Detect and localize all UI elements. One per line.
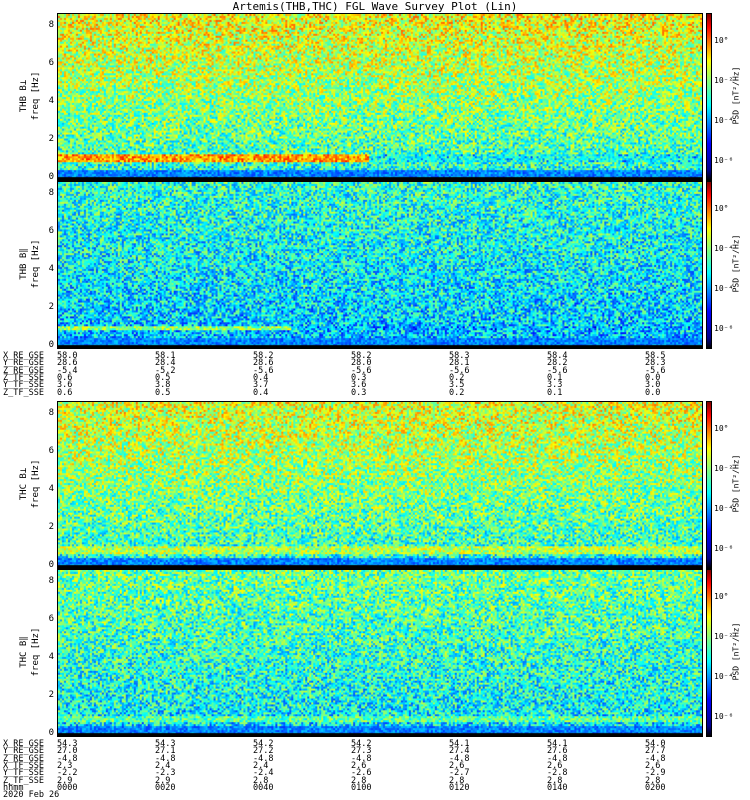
y-tick-label: 4 [48,651,54,662]
ephemeris-bottom-value: 0100 [351,782,372,793]
y-axis-label: THC B∥ [19,636,29,668]
y-tick-label: 8 [48,407,54,418]
ephemeris-bottom-value: 0020 [155,782,176,793]
ephemeris-top-value: 0.6 [57,387,73,398]
colorbar-label: PSD [nT²/Hz] [731,622,741,681]
y-axis-label: THC B⊥ [19,467,29,501]
spectrogram-panel-thc-perp [57,401,703,569]
colorbar-tick-label: 10⁻⁶ [714,544,734,553]
colorbar-label: PSD [nT²/Hz] [731,234,741,293]
colorbar-tick-label: 10⁻⁴ [714,672,734,681]
spectrogram-panel-thb-perp [57,13,703,181]
y-tick-label: 4 [48,95,54,106]
colorbar-tick-label: 10° [714,36,729,45]
spectrogram-canvas [58,402,702,568]
colorbar-tick-label: 10° [714,424,729,433]
figure-title: Artemis(THB,THC) FGL Wave Survey Plot (L… [232,0,518,13]
ephemeris-bottom-label: 2020 Feb 26 [3,790,60,800]
ephemeris-bottom-value: 0120 [449,782,470,793]
ephemeris-top-label: Z_TF_SSE [3,387,44,398]
colorbar-tick-label: 10⁻⁴ [714,284,734,293]
ephemeris-top-value: 0.4 [253,387,269,398]
y-tick-label: 8 [48,19,54,30]
y-tick-label: 0 [48,172,54,182]
y-tick-label: 0 [48,560,54,570]
ephemeris-top-value: 0.2 [449,387,465,398]
ephemeris-bottom-value: 0200 [645,782,666,793]
ephemeris-top-value: 0.1 [547,387,563,398]
y-tick-label: 4 [48,483,54,494]
y-tick-label: 2 [48,521,54,532]
spectrogram-canvas [58,182,702,348]
y-tick-label: 0 [48,728,54,738]
y-tick-label: 8 [48,575,54,586]
y-tick-label: 2 [48,133,54,144]
colorbar-label: PSD [nT²/Hz] [731,454,741,513]
colorbar-tick-label: 10⁻⁴ [714,504,734,513]
y-tick-label: 2 [48,689,54,700]
colorbar [706,13,712,181]
colorbar-label: PSD [nT²/Hz] [731,66,741,125]
y-tick-label: 6 [48,445,54,456]
ephemeris-bottom-value: 0000 [57,782,78,793]
y-tick-label: 2 [48,301,54,312]
spectrogram-canvas [58,14,702,180]
colorbar-tick-label: 10° [714,204,729,213]
y-axis-label: THB B⊥ [19,79,29,113]
colorbar [706,569,712,737]
colorbar-tick-label: 10⁻² [714,464,734,473]
ephemeris-top-value: 0.5 [155,387,171,398]
colorbar [706,401,712,569]
y-tick-label: 4 [48,263,54,274]
y-tick-label: 6 [48,613,54,624]
y-tick-label: 0 [48,340,54,350]
spectrogram-panel-thb-par [57,181,703,349]
y-tick-label: 6 [48,57,54,68]
spectrogram-panel-thc-par [57,569,703,737]
colorbar [706,181,712,349]
colorbar-tick-label: 10⁻⁶ [714,712,734,721]
ephemeris-bottom-value: 0140 [547,782,568,793]
ephemeris-bottom-value: 0040 [253,782,274,793]
colorbar-tick-label: 10° [714,592,729,601]
spectrogram-canvas [58,570,702,736]
ephemeris-top-value: 0.3 [351,387,367,398]
y-axis-label: THB B∥ [19,248,29,280]
wave-survey-figure: Artemis(THB,THC) FGL Wave Survey Plot (L… [0,0,750,800]
colorbar-tick-label: 10⁻² [714,632,734,641]
y-tick-label: 8 [48,187,54,198]
colorbar-tick-label: 10⁻⁴ [714,116,734,125]
colorbar-tick-label: 10⁻² [714,76,734,85]
y-tick-label: 6 [48,225,54,236]
colorbar-tick-label: 10⁻⁶ [714,324,734,333]
colorbar-tick-label: 10⁻⁴ [714,244,734,253]
ephemeris-top-value: 0.0 [645,387,661,398]
colorbar-tick-label: 10⁻⁶ [714,156,734,165]
